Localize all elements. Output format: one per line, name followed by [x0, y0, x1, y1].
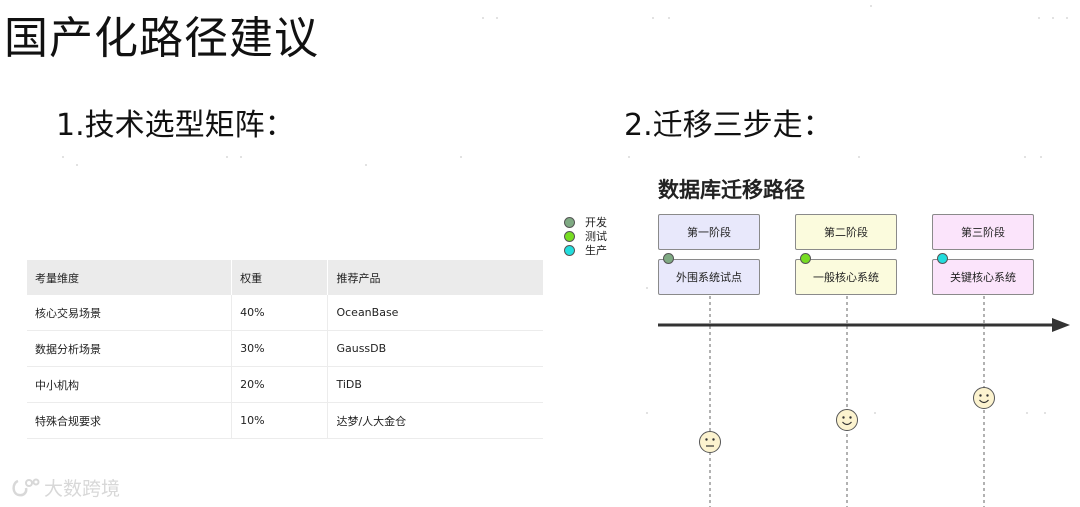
timeline-svg [658, 296, 1070, 507]
smile-face-icon [973, 387, 995, 409]
phase-3-label-box: 第三阶段 [932, 214, 1034, 250]
phase-2-label-box: 第二阶段 [795, 214, 897, 250]
phase-3-system-box: 关键核心系统 [932, 259, 1034, 295]
phase-2-system-box: 一般核心系统 [795, 259, 897, 295]
phase-1-system-box: 外围系统试点 [658, 259, 760, 295]
phase-1-status-dot [663, 253, 674, 264]
smile-face-icon [836, 409, 858, 431]
timeline-arrow-head [1052, 318, 1070, 332]
phase-2-status-dot [800, 253, 811, 264]
neutral-face-icon [699, 431, 721, 453]
phase-1-label-box: 第一阶段 [658, 214, 760, 250]
phase-3-status-dot [937, 253, 948, 264]
